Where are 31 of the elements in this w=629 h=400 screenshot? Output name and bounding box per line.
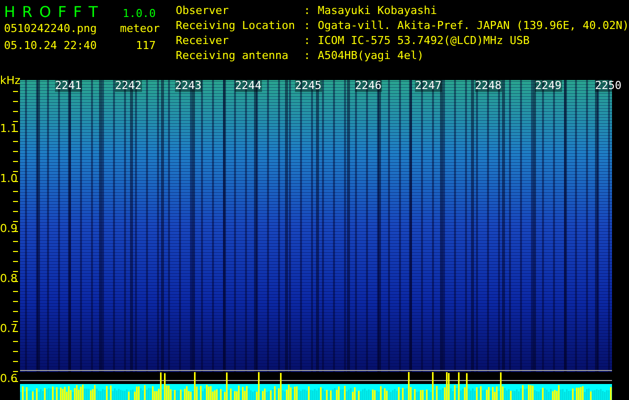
counter-value: 117 (136, 39, 156, 52)
timestamp: 05.10.24 22:40 (4, 39, 97, 52)
file-name: 0510242240.png (4, 22, 97, 35)
time-label: 2244 (235, 80, 262, 92)
time-label: 2250 (595, 80, 622, 92)
counter-label: meteor (120, 22, 160, 35)
info-separator: : (304, 33, 312, 48)
info-value: A504HB(yagi 4el) (318, 48, 424, 63)
time-label: 2248 (475, 80, 502, 92)
info-value: Masayuki Kobayashi (318, 3, 437, 18)
info-value: Ogata-vill. Akita-Pref. JAPAN (139.96E, 40.02N) (318, 18, 629, 33)
time-label: 2249 (535, 80, 562, 92)
axis-label: 0.9 (0, 223, 18, 235)
time-label: 2246 (355, 80, 382, 92)
axis-unit: kHz (0, 74, 20, 87)
info-separator: : (304, 48, 312, 63)
info-label: Receiving antenna (176, 48, 290, 63)
time-label: 2243 (175, 80, 202, 92)
time-label: 2245 (295, 80, 322, 92)
time-label: 2241 (55, 80, 82, 92)
info-separator: : (304, 3, 312, 18)
time-label: 2247 (415, 80, 442, 92)
time-label: 2242 (115, 80, 142, 92)
app-version: 1.0.0 (122, 7, 156, 20)
info-label: Receiver (176, 33, 230, 48)
axis-label: 0.7 (0, 323, 18, 335)
info-value: ICOM IC-575 53.7492(@LCD)MHz USB (318, 33, 530, 48)
info-separator: : (304, 18, 312, 33)
app-title: H R O F F T (4, 3, 99, 21)
info-label: Receiving Location (176, 18, 296, 33)
info-label: Observer (176, 3, 230, 18)
